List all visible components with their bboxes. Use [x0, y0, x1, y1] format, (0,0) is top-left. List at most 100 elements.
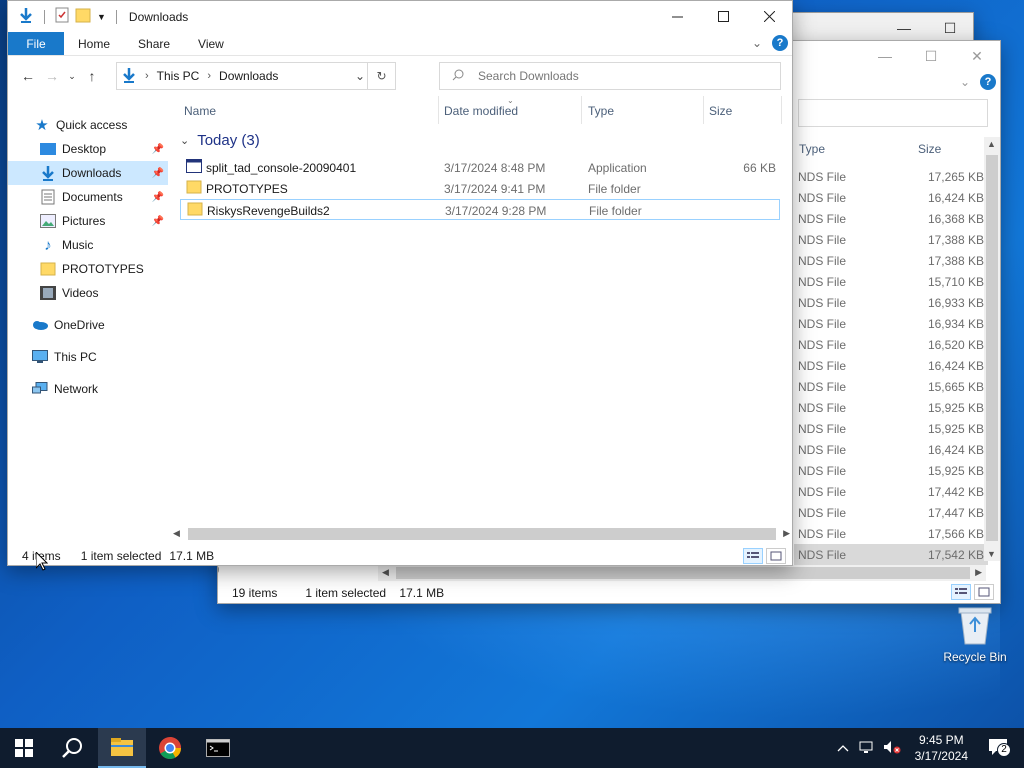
notifications-icon[interactable]: 2	[988, 738, 1011, 759]
nav-music[interactable]: ♪ Music	[8, 233, 168, 257]
chevron-down-icon[interactable]: ⌄	[355, 69, 365, 83]
taskbar-file-explorer[interactable]	[98, 728, 146, 768]
address-bar[interactable]: › This PC › Downloads ⌄ ↻	[116, 62, 396, 90]
breadcrumb-downloads[interactable]: Downloads	[219, 69, 278, 83]
chevron-right-icon[interactable]: ›	[145, 70, 149, 82]
horizontal-scrollbar[interactable]: ◀ ▶	[170, 526, 792, 542]
file-row[interactable]: NDS File 17,566 KB	[794, 523, 988, 544]
volume-muted-icon[interactable]	[883, 740, 901, 757]
divider[interactable]	[703, 96, 704, 124]
file-row[interactable]: NDS File 17,265 KB	[794, 166, 988, 187]
nav-this-pc[interactable]: This PC	[8, 345, 168, 369]
new-folder-icon[interactable]	[75, 7, 91, 26]
clock[interactable]: 9:45 PM 3/17/2024	[915, 732, 968, 764]
recycle-bin[interactable]: Recycle Bin	[940, 604, 1010, 664]
file-row[interactable]: NDS File 17,442 KB	[794, 481, 988, 502]
file-row[interactable]: NDS File 17,447 KB	[794, 502, 988, 523]
forward-arrow-icon[interactable]: →	[40, 64, 64, 88]
explorer-window[interactable]: ▼ Downloads File Home Share View ⌄ ? ← →…	[7, 0, 793, 566]
taskbar-chrome[interactable]	[146, 728, 194, 768]
tab-home[interactable]: Home	[64, 32, 124, 55]
minimize-button[interactable]: —	[862, 41, 908, 71]
tab-share[interactable]: Share	[124, 32, 184, 55]
close-button[interactable]	[746, 1, 792, 31]
details-view-icon[interactable]	[743, 548, 763, 564]
properties-icon[interactable]	[55, 7, 69, 26]
nav-pictures[interactable]: Pictures 📌	[8, 209, 168, 233]
nav-prototypes[interactable]: PROTOTYPES	[8, 257, 168, 281]
file-row[interactable]: NDS File 15,665 KB	[794, 376, 988, 397]
ribbon-expand-icon[interactable]: ⌄	[752, 36, 762, 50]
large-icons-view-icon[interactable]	[766, 548, 786, 564]
column-type[interactable]: Type	[799, 142, 825, 156]
file-row[interactable]: NDS File 16,368 KB	[794, 208, 988, 229]
nav-onedrive[interactable]: OneDrive	[8, 313, 168, 337]
column-size[interactable]: Size	[709, 104, 732, 118]
chevron-down-icon[interactable]: ⌄	[180, 134, 189, 147]
pin-icon[interactable]: 📌	[152, 216, 164, 227]
maximize-button[interactable]: ☐	[908, 41, 954, 71]
start-button[interactable]	[0, 728, 48, 768]
file-row[interactable]: NDS File 17,388 KB	[794, 250, 988, 271]
file-row[interactable]: RiskysRevengeBuilds2 3/17/2024 9:28 PM F…	[180, 199, 780, 220]
scroll-down-icon[interactable]: ▼	[987, 549, 996, 559]
scroll-thumb[interactable]	[396, 567, 970, 579]
file-row[interactable]: NDS File 15,925 KB	[794, 460, 988, 481]
nav-quick-access[interactable]: ★ Quick access	[34, 113, 194, 137]
search-button[interactable]	[48, 728, 96, 768]
taskbar-terminal[interactable]	[194, 728, 242, 768]
horizontal-scrollbar[interactable]: ◀ ▶	[378, 565, 986, 581]
column-size[interactable]: Size	[918, 142, 941, 156]
scroll-up-icon[interactable]: ▲	[987, 139, 996, 149]
title-bar[interactable]: ▼ Downloads	[8, 1, 792, 32]
pin-icon[interactable]: 📌	[152, 192, 164, 203]
refresh-icon[interactable]: ↻	[367, 63, 395, 89]
nav-documents[interactable]: Documents 📌	[8, 185, 168, 209]
file-row[interactable]: PROTOTYPES 3/17/2024 9:41 PM File folder	[180, 178, 780, 199]
maximize-button[interactable]	[700, 1, 746, 31]
file-row[interactable]: NDS File 16,934 KB	[794, 313, 988, 334]
help-icon[interactable]: ?	[772, 35, 788, 51]
recent-locations-icon[interactable]: ⌄	[64, 64, 80, 88]
scroll-right-icon[interactable]: ▶	[975, 567, 982, 578]
customize-toolbar-icon[interactable]: ▼	[97, 12, 106, 22]
pin-icon[interactable]: 📌	[152, 168, 164, 179]
breadcrumb-this-pc[interactable]: This PC	[157, 69, 200, 83]
column-name[interactable]: Name	[184, 104, 216, 118]
divider[interactable]	[781, 96, 782, 124]
scroll-right-icon[interactable]: ▶	[783, 528, 790, 539]
file-row[interactable]: NDS File 16,933 KB	[794, 292, 988, 313]
file-row[interactable]: NDS File 16,424 KB	[794, 439, 988, 460]
nav-network[interactable]: Network	[8, 377, 168, 401]
help-icon[interactable]: ?	[980, 74, 996, 90]
nav-downloads[interactable]: Downloads 📌	[8, 161, 168, 185]
vertical-scrollbar[interactable]: ▲ ▼	[984, 137, 1000, 561]
minimize-icon[interactable]: —	[881, 13, 927, 43]
pin-icon[interactable]: 📌	[152, 144, 164, 155]
group-header-today[interactable]: ⌄ Today (3)	[176, 132, 260, 149]
file-row[interactable]: NDS File 15,925 KB	[794, 397, 988, 418]
details-view-icon[interactable]	[951, 584, 971, 600]
file-row[interactable]: split_tad_console-20090401 3/17/2024 8:4…	[180, 157, 780, 178]
tab-view[interactable]: View	[184, 32, 238, 55]
up-arrow-icon[interactable]: ↑	[80, 64, 104, 88]
maximize-icon[interactable]: ☐	[927, 13, 973, 43]
scroll-thumb[interactable]	[188, 528, 776, 540]
back-arrow-icon[interactable]: ←	[16, 64, 40, 88]
network-icon[interactable]	[859, 740, 875, 757]
column-type[interactable]: Type	[588, 104, 614, 118]
file-row[interactable]: NDS File 15,925 KB	[794, 418, 988, 439]
close-button[interactable]: ✕	[954, 41, 1000, 71]
file-row[interactable]: NDS File 16,424 KB	[794, 355, 988, 376]
file-row[interactable]: NDS File 16,424 KB	[794, 187, 988, 208]
scroll-left-icon[interactable]: ◀	[382, 567, 389, 578]
chevron-right-icon[interactable]: ›	[207, 70, 211, 82]
scroll-thumb[interactable]	[986, 155, 998, 541]
large-icons-view-icon[interactable]	[974, 584, 994, 600]
file-row[interactable]: NDS File 17,388 KB	[794, 229, 988, 250]
chevron-up-icon[interactable]	[837, 741, 849, 755]
search-input[interactable]: Search Downloads	[439, 62, 781, 90]
file-row[interactable]: NDS File 17,542 KB	[794, 544, 988, 565]
file-row[interactable]: NDS File 15,710 KB	[794, 271, 988, 292]
search-input[interactable]	[798, 99, 988, 127]
